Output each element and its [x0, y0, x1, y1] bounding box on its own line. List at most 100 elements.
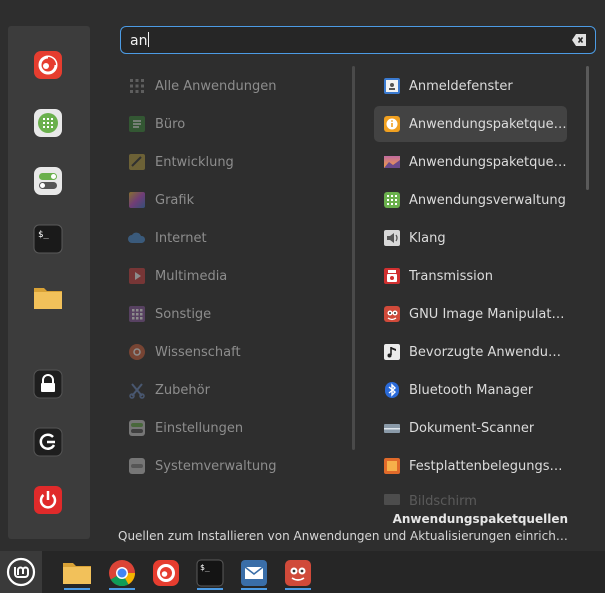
favorite-files[interactable] — [33, 282, 63, 312]
category-label: Multimedia — [155, 268, 228, 284]
category-other[interactable]: Sonstige — [127, 299, 347, 329]
category-label: Büro — [155, 116, 186, 132]
shutdown-button[interactable] — [33, 485, 63, 515]
running-indicator — [285, 588, 311, 590]
settings-toggle-icon — [34, 167, 62, 195]
category-label: Entwicklung — [155, 154, 234, 170]
app-label: Bluetooth Manager — [409, 382, 534, 398]
firefox-icon — [34, 51, 62, 79]
favorite-terminal[interactable]: $_ — [33, 224, 63, 254]
taskbar-files[interactable] — [60, 556, 94, 590]
app-item-selected[interactable]: Anwendungspaketquellen — [374, 106, 567, 142]
firefox-icon — [153, 560, 179, 586]
display-icon — [382, 491, 402, 508]
all-apps-icon — [127, 76, 147, 96]
app-label: Klang — [409, 230, 446, 246]
logout-icon — [33, 427, 63, 457]
app-label: Bevorzugte Anwendungen — [409, 344, 567, 360]
lock-screen-button[interactable] — [33, 369, 63, 399]
taskbar-mail[interactable] — [237, 556, 271, 590]
category-label: Wissenschaft — [155, 344, 241, 360]
disk-usage-icon — [382, 456, 402, 476]
clear-search-icon[interactable] — [572, 34, 586, 46]
category-administration[interactable]: Systemverwaltung — [127, 451, 347, 481]
categories-scrollbar[interactable] — [352, 66, 355, 450]
app-item[interactable]: Festplattenbelegungsanalyse — [374, 448, 567, 484]
running-indicator — [64, 588, 90, 590]
app-item[interactable]: Transmission — [374, 258, 567, 294]
category-development[interactable]: Entwicklung — [127, 147, 347, 177]
category-accessories[interactable]: Zubehör — [127, 375, 347, 405]
category-all-applications[interactable]: Alle Anwendungen — [127, 71, 347, 101]
app-label: GNU Image Manipulation Program — [409, 306, 567, 322]
app-label: Dokument-Scanner — [409, 420, 535, 436]
taskbar: $_ — [0, 551, 605, 593]
taskbar-gimp[interactable] — [281, 556, 315, 590]
accessories-icon — [127, 380, 147, 400]
taskbar-chrome[interactable] — [105, 556, 139, 590]
category-label: Sonstige — [155, 306, 212, 322]
taskbar-firefox[interactable] — [149, 556, 183, 590]
category-preferences[interactable]: Einstellungen — [127, 413, 347, 443]
svg-text:$_: $_ — [38, 230, 49, 240]
transmission-icon — [382, 266, 402, 286]
application-menu: $_ an Alle Anwendungen Büro Entwicklung … — [0, 0, 605, 551]
multimedia-icon — [127, 266, 147, 286]
app-item[interactable]: Bildschirm — [374, 486, 567, 508]
folder-icon — [34, 288, 62, 309]
development-icon — [127, 152, 147, 172]
category-multimedia[interactable]: Multimedia — [127, 261, 347, 291]
terminal-icon: $_ — [196, 559, 224, 587]
category-graphics[interactable]: Grafik — [127, 185, 347, 215]
app-item[interactable]: Bluetooth Manager — [374, 372, 567, 408]
app-item[interactable]: Anwendungspaketquellen — [374, 144, 567, 180]
app-item[interactable]: Bevorzugte Anwendungen — [374, 334, 567, 370]
favorite-software-manager[interactable] — [33, 108, 63, 138]
graphics-icon — [127, 190, 147, 210]
bluetooth-icon — [382, 380, 402, 400]
menu-button[interactable] — [0, 551, 42, 593]
category-label: Alle Anwendungen — [155, 78, 277, 94]
text-caret — [148, 32, 150, 47]
app-item[interactable]: Anwendungsverwaltung — [374, 182, 567, 218]
scanner-icon — [382, 418, 402, 438]
category-office[interactable]: Büro — [127, 109, 347, 139]
logout-button[interactable] — [33, 427, 63, 457]
terminal-icon: $_ — [33, 224, 63, 254]
category-label: Grafik — [155, 192, 195, 208]
selected-app-title: Anwendungspaketquellen — [392, 512, 568, 526]
favorite-firefox[interactable] — [33, 50, 63, 80]
login-window-icon — [382, 76, 402, 96]
selected-app-description: Quellen zum Installieren von Anwendungen… — [118, 529, 568, 543]
app-item[interactable]: GNU Image Manipulation Program — [374, 296, 567, 332]
category-internet[interactable]: Internet — [127, 223, 347, 253]
internet-icon — [127, 228, 147, 248]
app-item[interactable]: Dokument-Scanner — [374, 410, 567, 446]
app-item[interactable]: Anmeldefenster — [374, 68, 567, 104]
power-icon — [34, 486, 62, 514]
app-label: Anwendungspaketquellen — [409, 116, 567, 132]
software-manager-icon — [34, 109, 62, 137]
other-icon — [127, 304, 147, 324]
category-label: Zubehör — [155, 382, 210, 398]
search-input[interactable]: an — [120, 26, 596, 54]
app-item[interactable]: Klang — [374, 220, 567, 256]
mail-icon — [241, 560, 267, 586]
svg-text:$_: $_ — [200, 563, 210, 572]
taskbar-terminal[interactable]: $_ — [193, 556, 227, 590]
music-note-icon — [382, 342, 402, 362]
office-icon — [127, 114, 147, 134]
info-icon — [382, 114, 402, 134]
category-label: Einstellungen — [155, 420, 244, 436]
favorite-settings[interactable] — [33, 166, 63, 196]
apps-scrollbar[interactable] — [586, 66, 589, 190]
software-manager-icon — [382, 190, 402, 210]
running-indicator — [109, 588, 135, 590]
app-label: Anwendungsverwaltung — [409, 192, 566, 208]
app-label: Transmission — [409, 268, 493, 284]
category-science[interactable]: Wissenschaft — [127, 337, 347, 367]
search-query: an — [130, 33, 148, 49]
category-label: Internet — [155, 230, 207, 246]
gimp-icon — [382, 304, 402, 324]
app-label: Anmeldefenster — [409, 78, 513, 94]
